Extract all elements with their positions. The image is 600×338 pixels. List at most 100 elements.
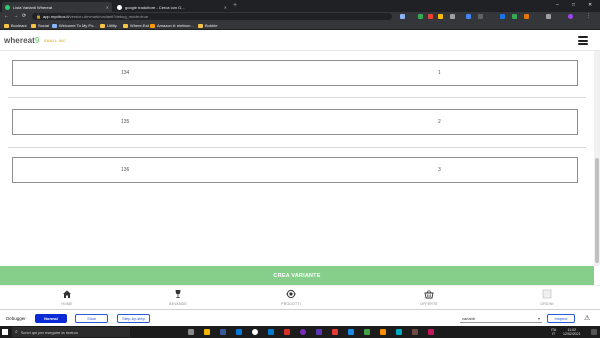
extension-icon[interactable] (478, 14, 483, 19)
extension-icon[interactable] (466, 14, 471, 19)
mode-normal-button[interactable]: Normal (35, 314, 67, 323)
bookmark-item[interactable]: Where:Eat (123, 22, 149, 29)
bookmark-item[interactable]: Social (31, 22, 49, 29)
app-icon[interactable] (364, 329, 370, 335)
forward-icon[interactable]: → (13, 13, 18, 20)
whereat-logo[interactable]: whereat9 (4, 36, 40, 45)
bookmark-item[interactable]: Welcome To My Po... (52, 22, 97, 29)
element-select[interactable]: varianti ▾ (460, 314, 542, 323)
notifications-icon[interactable] (591, 329, 597, 335)
file-explorer-icon[interactable] (204, 329, 210, 335)
variant-number: 2 (438, 119, 441, 125)
variant-row[interactable]: 136 3 (12, 157, 578, 183)
variant-code: 134 (121, 70, 130, 76)
profile-avatar-icon[interactable] (568, 14, 573, 19)
app-icon[interactable] (220, 329, 226, 335)
bookmark-label: Amazon.it: elettron... (157, 23, 194, 28)
new-tab-button[interactable]: + (233, 1, 237, 11)
create-variant-button[interactable]: CREA VARIANTE (0, 266, 594, 285)
url-host: app.mycibus.it (42, 14, 69, 19)
tab-google-traduttore[interactable]: google traduttore - Cerca con G... ✕ (114, 2, 230, 12)
reload-icon[interactable]: ⟳ (22, 13, 26, 20)
bookmark-item[interactable]: Bubble (198, 22, 217, 29)
app-icon[interactable] (348, 329, 354, 335)
chrome-icon[interactable] (252, 329, 258, 335)
vscode-icon[interactable] (268, 329, 274, 335)
extension-icon[interactable] (546, 14, 551, 19)
mode-step-button[interactable]: Step-by-step (117, 314, 150, 323)
nav-bevande[interactable]: BEVANDE (158, 289, 198, 306)
minimize-button[interactable]: – (556, 1, 559, 10)
screen: Lista Varianti Whereat ✕ google tradutto… (0, 0, 600, 338)
folder-icon (123, 23, 128, 28)
variant-code: 135 (121, 119, 130, 125)
close-window-button[interactable]: ✕ (588, 1, 592, 10)
extension-icon[interactable] (500, 14, 505, 19)
nav-label: OFFERTE (420, 302, 438, 306)
bookmark-label: Welcome To My Po... (59, 23, 97, 28)
tab-lista-varianti[interactable]: Lista Varianti Whereat ✕ (2, 2, 112, 12)
app-icon[interactable] (332, 329, 338, 335)
variant-row[interactable]: 135 2 (12, 109, 578, 135)
back-icon[interactable]: ← (4, 13, 9, 20)
clock[interactable]: 11:02 12/02/2021 (563, 328, 581, 336)
close-tab-icon[interactable]: ✕ (106, 5, 109, 10)
folder-icon (31, 23, 36, 28)
inspect-button[interactable]: Inspect (547, 314, 575, 323)
scrollbar-thumb[interactable] (595, 158, 599, 263)
app-icon[interactable] (428, 329, 434, 335)
maximize-button[interactable]: □ (572, 1, 575, 10)
extension-icon[interactable] (524, 14, 529, 19)
browser-tab-strip: Lista Varianti Whereat ✕ google tradutto… (0, 0, 600, 12)
app-icon[interactable] (316, 329, 322, 335)
folder-icon (4, 23, 9, 28)
task-view-icon[interactable] (188, 329, 194, 335)
mode-slow-button[interactable]: Slow (75, 314, 108, 323)
hamburger-icon[interactable] (578, 36, 588, 45)
app-icon[interactable] (380, 329, 386, 335)
element-select-value: varianti (462, 316, 475, 321)
extension-icon[interactable] (512, 14, 517, 19)
close-tab-icon[interactable]: ✕ (224, 5, 227, 10)
windows-start-icon[interactable] (2, 329, 8, 335)
language-indicator[interactable]: ITA IT (551, 328, 556, 336)
extension-icon[interactable] (450, 14, 455, 19)
app-icon[interactable] (412, 329, 418, 335)
bookmark-label: Bubble (205, 23, 218, 28)
row-divider (8, 147, 586, 148)
nav-ordini[interactable]: ORDINI (527, 289, 567, 306)
taskbar-search[interactable]: ⌕ Scrivi qui per eseguire la ricerca (12, 327, 130, 337)
page-icon (52, 23, 57, 28)
warning-icon[interactable]: ⚠ (584, 314, 590, 323)
app-icon[interactable] (284, 329, 290, 335)
product-icon (286, 289, 296, 299)
bookmarks-bar: Booleani Social Welcome To My Po... Util… (0, 21, 600, 30)
bookmark-item[interactable]: Booleani (4, 22, 27, 29)
extension-icon[interactable] (438, 14, 443, 19)
app-icon[interactable] (396, 329, 402, 335)
nav-home[interactable]: HOME (47, 289, 87, 306)
extension-icon[interactable] (418, 14, 423, 19)
variant-row[interactable]: 134 1 (12, 60, 578, 86)
extension-icon[interactable] (400, 14, 405, 19)
region-label: IT (552, 332, 556, 336)
amazon-icon (150, 23, 155, 28)
site-favicon-icon (5, 4, 10, 10)
home-icon (63, 290, 71, 298)
nav-prodotti[interactable]: PRODOTTI (271, 289, 311, 306)
extension-icon[interactable] (428, 14, 433, 19)
clock-date: 12/02/2021 (563, 332, 581, 336)
tab-title: Lista Varianti Whereat (13, 4, 53, 10)
app-icon[interactable] (236, 329, 242, 335)
bookmark-item[interactable]: Utility (100, 22, 117, 29)
browser-menu-icon[interactable]: ⋮ (586, 13, 591, 20)
nav-label: PRODOTTI (281, 302, 301, 306)
bookmark-label: Where:Eat (130, 23, 149, 28)
nav-offerte[interactable]: OFFERTE (409, 289, 449, 306)
app-icon[interactable] (300, 329, 306, 335)
bookmark-label: Utility (107, 23, 117, 28)
lock-icon: 🔒 (36, 14, 41, 19)
address-bar[interactable]: 🔒 app.mycibus.it /version-devmark/varian… (32, 13, 392, 20)
bookmark-item[interactable]: Amazon.it: elettron... (150, 22, 194, 29)
variant-code: 136 (121, 167, 130, 173)
